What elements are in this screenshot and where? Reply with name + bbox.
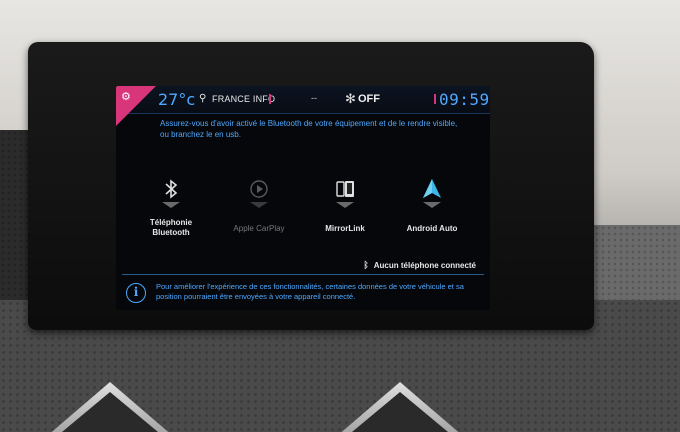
- tile-label-line1: MirrorLink: [325, 224, 365, 233]
- connection-status: ᛒ Aucun téléphone connecté: [363, 260, 476, 270]
- divider: [122, 274, 484, 275]
- privacy-info-text: Pour améliorer l'expérience de ces fonct…: [156, 282, 464, 301]
- separator-text: --: [311, 93, 317, 103]
- info-icon: i: [126, 283, 146, 303]
- carplay-icon: [250, 180, 268, 198]
- chevron-down-icon: [423, 202, 441, 208]
- tile-bluetooth-telephony[interactable]: Téléphonie Bluetooth: [129, 178, 213, 238]
- location-pin-icon: ⚲: [199, 93, 207, 104]
- radio-station[interactable]: FRANCE INFO: [212, 94, 275, 104]
- chevron-down-icon: [336, 202, 354, 208]
- bluetooth-small-icon: ᛒ: [363, 260, 369, 270]
- tile-label-line1: Apple CarPlay: [233, 224, 285, 233]
- bluetooth-instruction: Assurez-vous d'avoir activé le Bluetooth…: [160, 119, 458, 139]
- tile-label: MirrorLink: [303, 224, 387, 234]
- tile-label-line2: Bluetooth: [152, 228, 190, 237]
- climate-status[interactable]: OFF: [358, 93, 380, 105]
- tile-label-line1: Android Auto: [406, 224, 458, 233]
- fan-icon: ✻: [345, 91, 356, 106]
- temperature-display[interactable]: 27°c: [158, 90, 195, 109]
- clock: 09:59: [439, 90, 490, 109]
- settings-icon: ⚙: [121, 91, 131, 103]
- infotainment-screen: ⚙ 27°c ⚲ FRANCE INFO -- ✻ OFF 09:59 Assu…: [116, 86, 490, 310]
- tile-label: Android Auto: [390, 224, 474, 234]
- status-marker: [269, 94, 271, 104]
- tile-label: Apple CarPlay: [217, 224, 301, 234]
- bluetooth-icon: [165, 179, 178, 199]
- tile-label: Téléphonie Bluetooth: [129, 218, 213, 238]
- connection-status-text: Aucun téléphone connecté: [373, 261, 476, 270]
- chevron-down-icon: [250, 202, 268, 208]
- mirrorlink-icon: [336, 181, 354, 197]
- tile-mirrorlink[interactable]: MirrorLink: [303, 178, 387, 234]
- time-marker: [434, 94, 436, 104]
- chevron-down-icon: [162, 202, 180, 208]
- android-auto-icon: [423, 179, 441, 198]
- status-bar: ⚙ 27°c ⚲ FRANCE INFO -- ✻ OFF 09:59: [116, 86, 490, 126]
- tile-android-auto[interactable]: Android Auto: [390, 178, 474, 234]
- tile-apple-carplay[interactable]: Apple CarPlay: [217, 178, 301, 234]
- tile-label-line1: Téléphonie: [149, 218, 193, 227]
